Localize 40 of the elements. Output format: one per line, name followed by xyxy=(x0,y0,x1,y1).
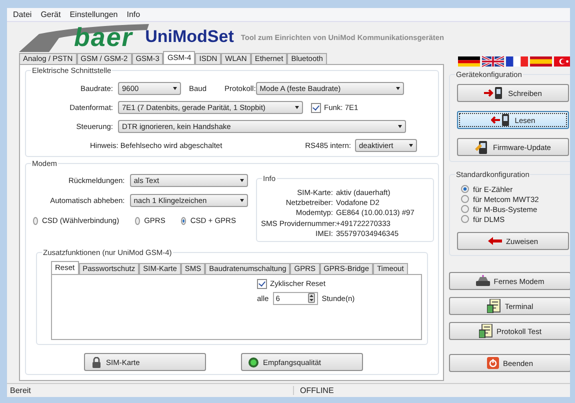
status-light-icon xyxy=(248,356,259,368)
checkbox[interactable] xyxy=(311,102,321,112)
dropdown-arrow-icon xyxy=(295,106,299,109)
status-text: OFFLINE xyxy=(299,386,334,395)
terminal-icon xyxy=(486,299,501,313)
read-from-device-icon xyxy=(490,114,511,126)
app-title: UniModSet xyxy=(145,27,234,47)
checkbox[interactable] xyxy=(257,278,267,288)
radio-button[interactable] xyxy=(135,216,140,224)
brand-name: baer xyxy=(74,22,133,52)
radio-button[interactable] xyxy=(181,216,186,224)
turkish-flag-icon[interactable] xyxy=(554,56,570,67)
device-update-icon xyxy=(475,140,490,154)
dropdown-arrow-icon xyxy=(396,87,400,90)
spanish-flag-icon[interactable] xyxy=(530,56,552,67)
dropdown-arrow-icon xyxy=(409,144,413,147)
lock-icon xyxy=(91,356,102,368)
radio-button[interactable] xyxy=(33,216,38,224)
radio-button[interactable] xyxy=(461,215,469,223)
menu-item[interactable]: Einstellungen xyxy=(70,10,118,19)
menu-item[interactable]: Info xyxy=(126,10,140,19)
status-text: Bereit xyxy=(7,386,294,395)
menu-item[interactable]: Datei xyxy=(13,10,32,19)
uk-flag-icon[interactable] xyxy=(482,56,504,67)
radio-button[interactable] xyxy=(461,205,469,213)
dropdown-arrow-icon xyxy=(240,199,244,202)
arrow-left-icon xyxy=(488,237,502,245)
spin-arrows-icon xyxy=(308,293,315,303)
german-flag-icon[interactable] xyxy=(458,56,480,67)
dropdown-arrow-icon xyxy=(398,125,402,128)
radio-button[interactable] xyxy=(461,185,469,193)
dropdown-arrow-icon xyxy=(173,87,177,90)
modem-icon xyxy=(476,275,490,287)
menu-item[interactable]: Gerät xyxy=(40,10,61,19)
french-flag-icon[interactable] xyxy=(506,56,528,67)
dropdown-arrow-icon xyxy=(240,179,244,182)
radio-button[interactable] xyxy=(461,195,469,203)
power-icon xyxy=(486,357,499,369)
terminal-icon xyxy=(478,324,493,338)
write-to-device-icon xyxy=(484,87,504,99)
